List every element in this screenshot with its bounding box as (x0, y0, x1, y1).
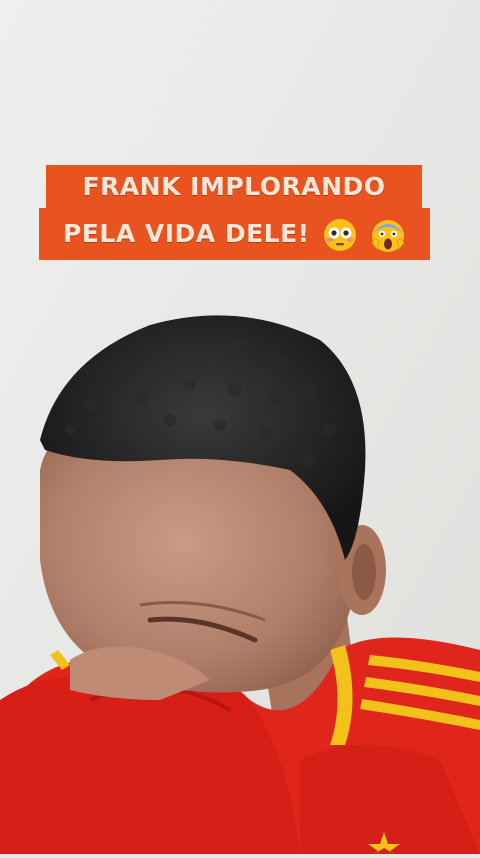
caption-line-2-text: PELA VIDA DELE! (62, 219, 310, 248)
flushed-face-emoji-icon (323, 219, 356, 251)
screaming-face-emoji-icon (371, 220, 405, 252)
caption-line-1: FRANK IMPLORANDO (46, 165, 422, 209)
caption-line-2: PELA VIDA DELE! (39, 208, 430, 260)
video-frame: FRANK IMPLORANDO PELA VIDA DELE! (0, 0, 480, 854)
caption-line-1-text: FRANK IMPLORANDO (82, 172, 386, 201)
scene-photo (0, 0, 480, 854)
video-caption: FRANK IMPLORANDO PELA VIDA DELE! (0, 165, 480, 265)
